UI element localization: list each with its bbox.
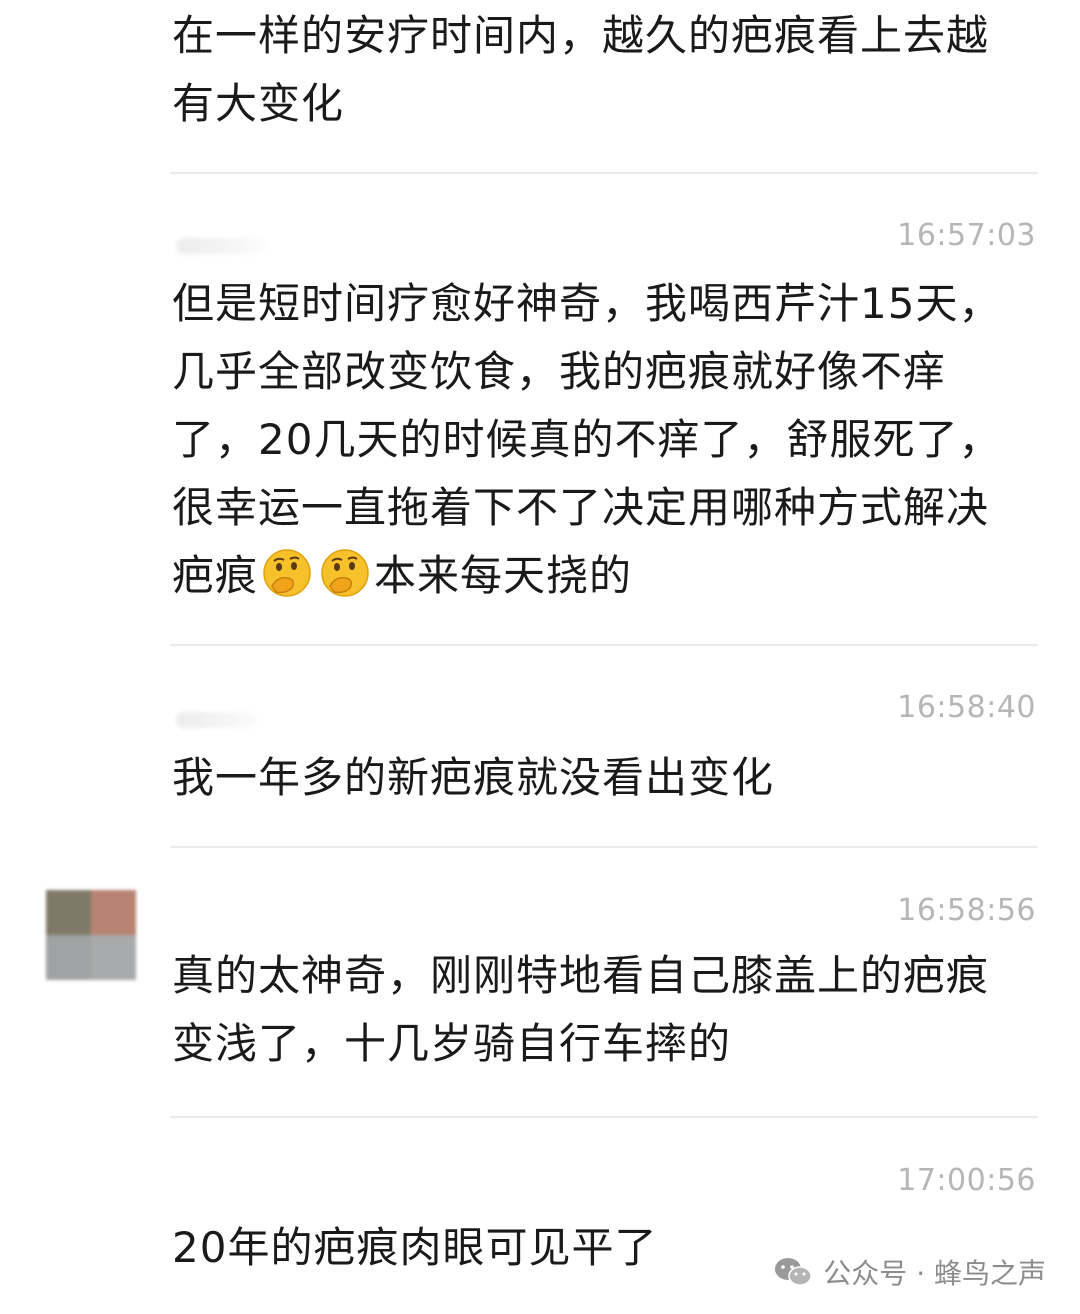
thinking-face-emoji <box>321 549 369 597</box>
comment-timestamp: 16:58:56 <box>897 893 1036 928</box>
comment-text-2: 但是短时间疗愈好神奇，我喝西芹汁15天，几乎全部改变饮食，我的疤痕就好像不痒了，… <box>172 270 1022 610</box>
comment-text-1: 在一样的安疗时间内，越久的疤痕看上去越有大变化 <box>172 11 990 128</box>
comment-divider <box>170 1116 1038 1118</box>
wechat-icon <box>775 1258 813 1286</box>
avatar[interactable] <box>46 890 136 980</box>
watermark-label: 公众号 · 蜂鸟之声 <box>823 1257 1046 1290</box>
comment-timestamp: 16:58:40 <box>897 690 1036 725</box>
blurred-username <box>176 238 266 254</box>
comment-divider <box>170 644 1038 646</box>
watermark: 公众号 · 蜂鸟之声 <box>773 1252 1046 1292</box>
comment-text-2-after: 本来每天挠的 <box>374 551 633 600</box>
comment-divider <box>170 172 1038 174</box>
comment-timestamp: 17:00:56 <box>897 1163 1036 1198</box>
blurred-username <box>176 712 256 728</box>
comment-divider <box>170 846 1038 848</box>
comment-text-4: 真的太神奇，刚刚特地看自己膝盖上的疤痕变浅了，十几岁骑自行车摔的 <box>172 951 990 1068</box>
comment-text-3: 我一年多的新疤痕就没看出变化 <box>172 753 775 802</box>
thinking-face-emoji <box>263 549 311 597</box>
comment-timestamp: 16:57:03 <box>897 218 1036 253</box>
